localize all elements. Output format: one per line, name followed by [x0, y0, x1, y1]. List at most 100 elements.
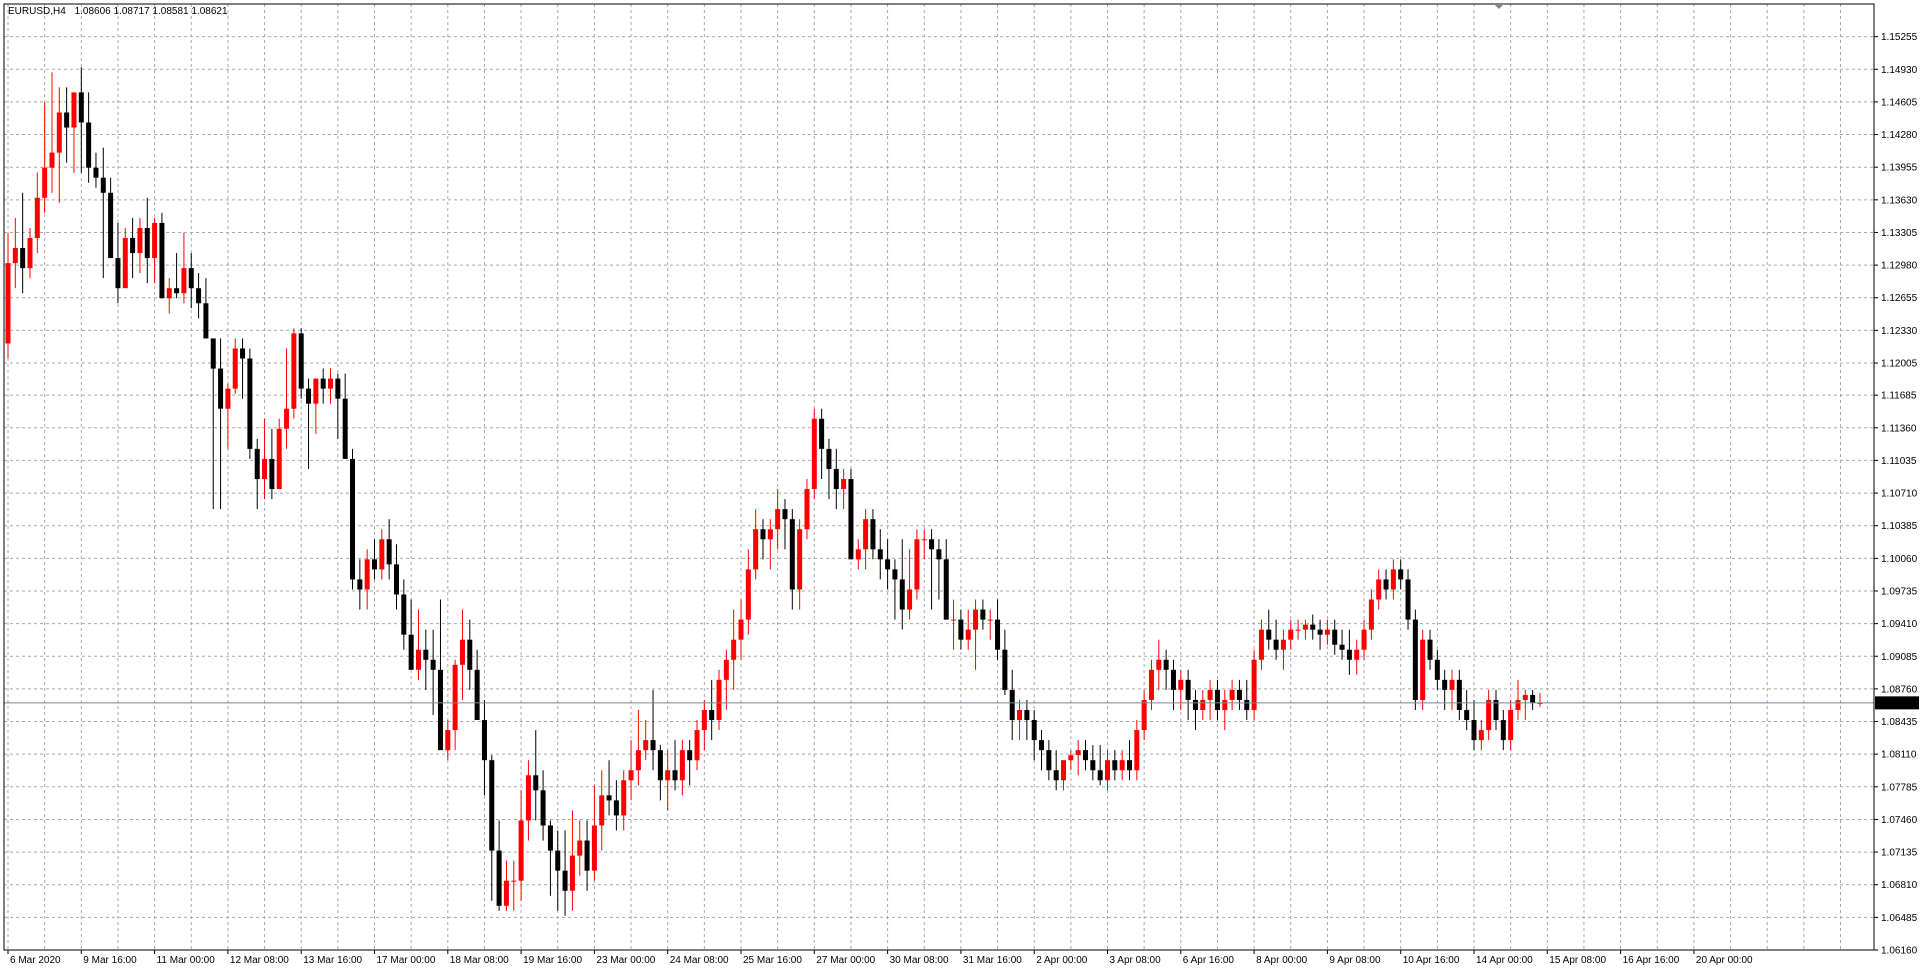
candle — [496, 820, 502, 911]
candle-body — [1361, 629, 1367, 650]
candle-body — [335, 378, 341, 399]
candle — [1420, 629, 1426, 710]
y-tick-label: 1.07460 — [1881, 815, 1918, 826]
candle — [1031, 709, 1037, 761]
candle — [738, 599, 744, 660]
candle — [1412, 609, 1418, 710]
candle-body — [907, 589, 913, 610]
candle-body — [1442, 679, 1448, 690]
candle-body — [533, 775, 539, 791]
candle-body — [269, 458, 275, 490]
candle — [489, 755, 495, 901]
candle-body — [1141, 699, 1147, 731]
y-tick-label: 1.09410 — [1881, 619, 1918, 630]
candle — [921, 529, 927, 560]
candle — [1119, 750, 1125, 781]
candle-body — [1412, 619, 1418, 700]
y-tick-label: 1.10385 — [1881, 521, 1918, 532]
candle-body — [240, 348, 246, 359]
candle — [767, 519, 773, 570]
candle — [1405, 569, 1411, 630]
candle — [965, 609, 971, 650]
candle — [606, 760, 612, 816]
candle-body — [1405, 579, 1411, 620]
candle — [958, 609, 964, 650]
candle — [1302, 619, 1308, 640]
candle — [415, 609, 421, 680]
candle — [1434, 649, 1440, 690]
candle-body — [1354, 649, 1360, 660]
candle-body — [650, 740, 656, 751]
time-axis[interactable]: 6 Mar 2020 9 Mar 16:00 11 Mar 00:00 12 Mar … — [7, 950, 1753, 966]
x-tick-label: 3 Apr 08:00 — [1110, 955, 1162, 966]
candle-body — [1383, 579, 1389, 590]
candle-body — [386, 539, 392, 565]
candle-body — [489, 760, 495, 851]
candle — [93, 152, 99, 188]
candlestick-chart[interactable]: 1.15255 1.14930 1.14605 1.14280 1.13955 1.136… — [0, 0, 1920, 968]
chart-shift-marker[interactable] — [1494, 4, 1504, 9]
candle — [1339, 629, 1345, 660]
candle — [1105, 750, 1110, 791]
candle-body — [5, 263, 11, 344]
candle — [467, 619, 473, 690]
ohlc-quote: 1.08606 1.08717 1.08581 1.08621 — [75, 6, 228, 17]
candle-body — [93, 167, 99, 178]
x-tick-label: 25 Mar 16:00 — [743, 955, 802, 966]
candle-body — [518, 820, 524, 881]
candle-body — [203, 303, 209, 339]
candle — [1500, 709, 1506, 751]
candle-body — [1500, 720, 1506, 741]
candle-body — [188, 268, 194, 289]
candle-body — [232, 348, 238, 389]
candle-body — [855, 549, 861, 560]
candle — [5, 232, 11, 359]
candle — [181, 232, 187, 304]
candle-body — [196, 288, 202, 304]
candle — [1053, 750, 1059, 791]
candle-body — [108, 192, 114, 259]
x-tick-label: 13 Mar 16:00 — [303, 955, 362, 966]
y-tick-label: 1.13305 — [1881, 228, 1918, 239]
candle-body — [496, 850, 502, 906]
candle-body — [130, 237, 136, 254]
y-tick-label: 1.08110 — [1881, 750, 1917, 761]
candle-body — [1214, 689, 1220, 710]
candle — [1508, 699, 1514, 751]
candle-body — [1002, 649, 1008, 690]
candle — [1002, 629, 1008, 695]
candle — [621, 770, 627, 831]
y-tick-label: 1.13630 — [1881, 195, 1918, 206]
candle-body — [1156, 659, 1162, 670]
y-tick-label: 1.14280 — [1881, 130, 1918, 141]
candle-body — [687, 750, 693, 761]
candle — [423, 629, 429, 690]
candle — [892, 559, 898, 620]
candle-body — [1097, 770, 1103, 781]
chart-window[interactable]: 1.15255 1.14930 1.14605 1.14280 1.13955 1.136… — [0, 0, 1920, 968]
candle-body — [1090, 760, 1096, 771]
candle — [430, 629, 436, 716]
candle — [569, 810, 575, 911]
candle-body — [819, 418, 825, 449]
candle — [907, 549, 913, 620]
candle-body — [357, 579, 363, 590]
candle — [1537, 692, 1543, 707]
candle — [782, 499, 788, 550]
candle-body — [12, 248, 18, 264]
candle — [1024, 699, 1030, 741]
price-axis[interactable]: 1.15255 1.14930 1.14605 1.14280 1.13955 1.136… — [1874, 32, 1918, 957]
candle-body — [42, 167, 48, 198]
candle — [760, 519, 766, 560]
candle-body — [313, 378, 319, 404]
y-tick-label: 1.09735 — [1881, 586, 1918, 597]
candle-body — [401, 594, 407, 635]
candle-body — [745, 569, 751, 620]
candle — [613, 780, 619, 831]
candle — [481, 699, 487, 796]
candle — [1456, 669, 1462, 721]
candle — [511, 860, 517, 911]
candle — [437, 599, 443, 751]
candle-body — [152, 222, 158, 259]
candle-body — [459, 639, 465, 665]
